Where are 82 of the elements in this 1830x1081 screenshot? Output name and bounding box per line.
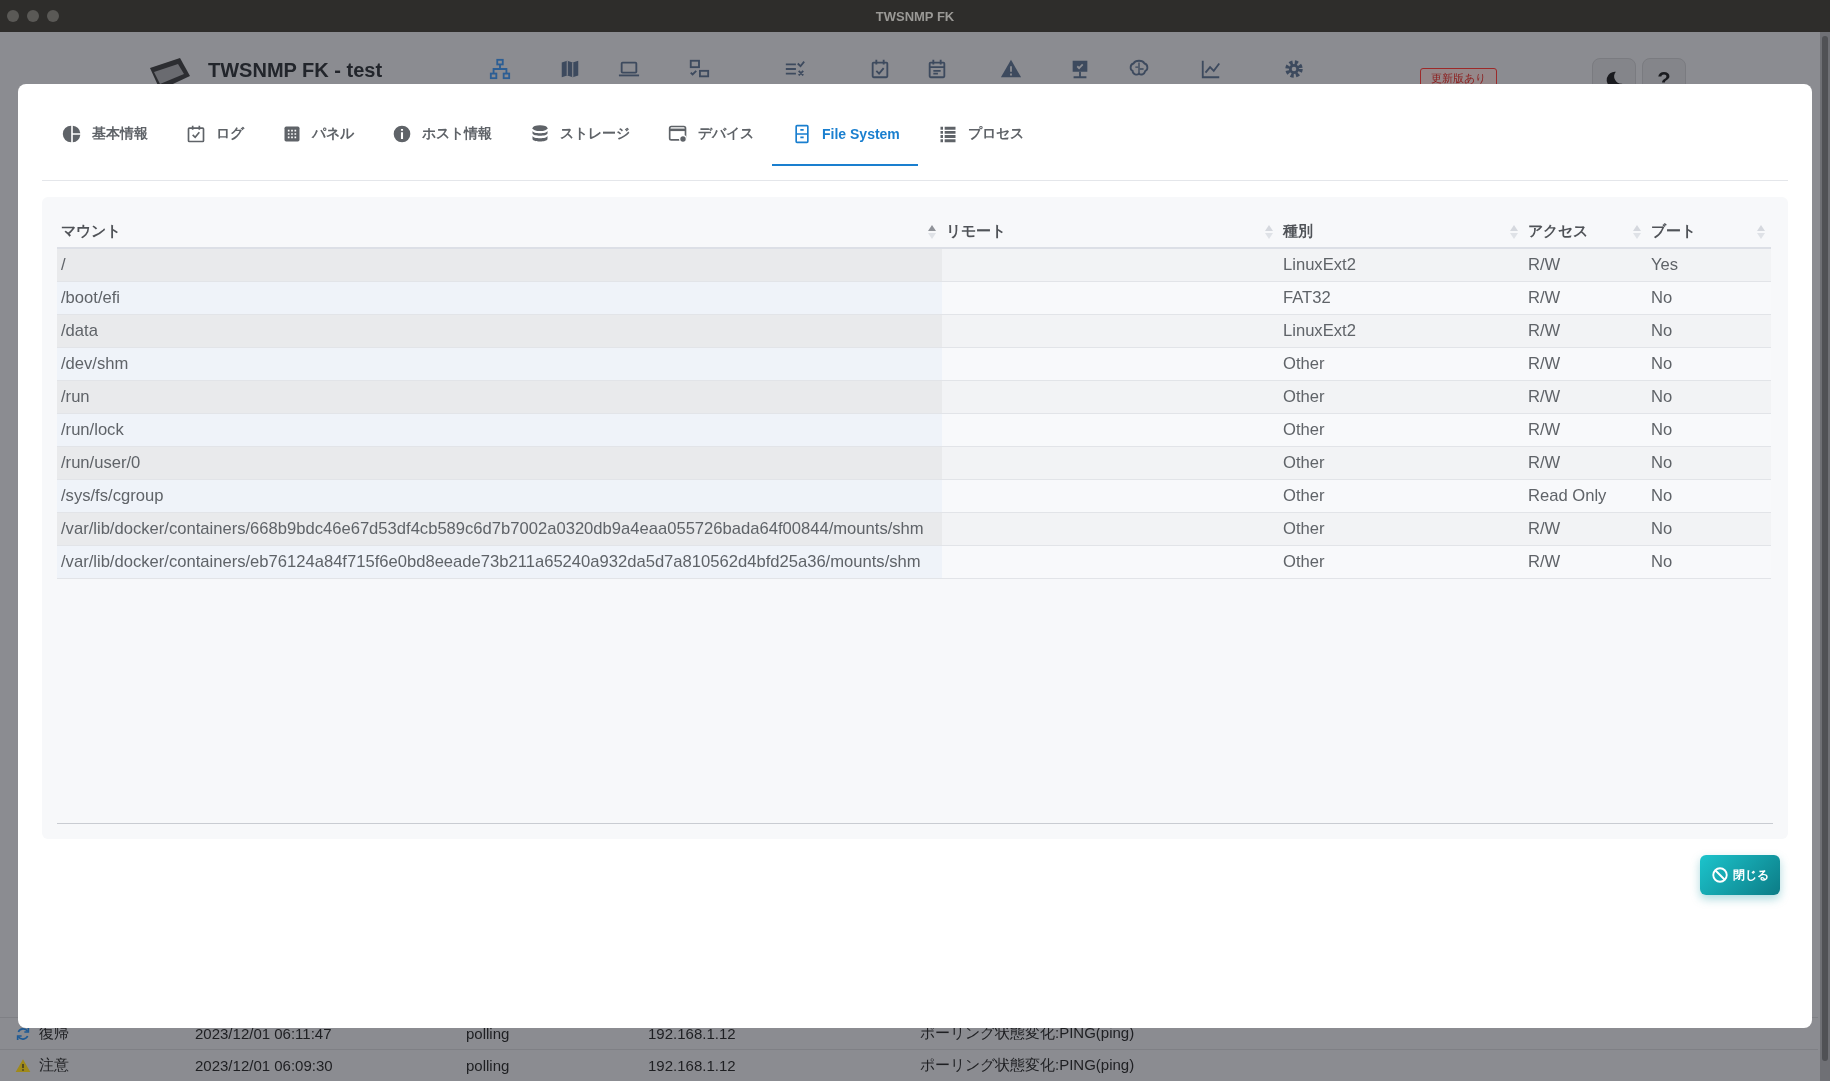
table-cell: Other [1283, 453, 1325, 472]
calendar-check-icon [186, 124, 206, 144]
table-cell: Other [1283, 519, 1325, 538]
tab[interactable]: File System [772, 104, 918, 166]
event-type: polling [466, 1025, 511, 1042]
table-cell: No [1651, 387, 1673, 406]
settings-icon[interactable] [1283, 58, 1305, 80]
table-cell: Read Only [1528, 486, 1607, 505]
tab[interactable]: デバイス [648, 104, 772, 166]
table-cell: FAT32 [1283, 288, 1331, 307]
table-cell: R/W [1528, 552, 1561, 571]
calendar-check-icon[interactable] [869, 58, 891, 80]
table-cell: No [1651, 453, 1673, 472]
prohibited-icon [1711, 866, 1729, 884]
minimize-window-button[interactable] [27, 10, 39, 22]
window-gear-icon [668, 124, 688, 144]
warning-icon [15, 1057, 31, 1074]
close-window-button[interactable] [7, 10, 19, 22]
close-button[interactable]: 閉じる [1700, 855, 1780, 895]
map-icon[interactable] [559, 58, 581, 80]
table-cell: LinuxExt2 [1283, 255, 1356, 274]
table-cell: No [1651, 552, 1673, 571]
table-cell: R/W [1528, 288, 1561, 307]
event-address: 192.168.1.12 [648, 1025, 737, 1042]
tab[interactable]: 基本情報 [42, 104, 166, 166]
devices-icon[interactable] [688, 58, 710, 80]
table-cell: LinuxExt2 [1283, 321, 1356, 340]
table-cell: No [1651, 288, 1673, 307]
table-cell: /run/lock [61, 420, 124, 439]
event-level: 注意 [39, 1056, 69, 1075]
table-cell: /run/user/0 [61, 453, 141, 472]
table-cell: Yes [1651, 255, 1679, 274]
tab[interactable]: ホスト情報 [372, 104, 510, 166]
table-cell: /dev/shm [61, 354, 129, 373]
table-cell: R/W [1528, 321, 1561, 340]
event-time: 2023/12/01 06:09:30 [195, 1057, 334, 1074]
recovery-icon [15, 1025, 31, 1042]
grid-icon [282, 124, 302, 144]
table-cell: Other [1283, 387, 1325, 406]
app-title: TWSNMP FK - test [208, 59, 383, 82]
table-cell: /boot/efi [61, 288, 121, 307]
table-cell: R/W [1528, 387, 1561, 406]
tab[interactable]: ストレージ [510, 104, 648, 166]
table-cell: /data [61, 321, 98, 340]
table-cell: /var/lib/docker/containers/eb76124a84f715f6e0bd8eeade73b211a65240a932da5d7a810562d4bfd25a36/mounts/shm [61, 552, 921, 571]
table-cell: /sys/fs/cgroup [61, 486, 164, 505]
table-cell: / [61, 255, 66, 274]
event-address: 192.168.1.12 [648, 1057, 737, 1074]
table-cell: R/W [1528, 453, 1561, 472]
table-cell: Other [1283, 552, 1325, 571]
tab[interactable]: パネル [262, 104, 372, 166]
window-title: TWSNMP FK [875, 8, 955, 24]
table-cell: No [1651, 519, 1673, 538]
warning-icon[interactable] [1000, 58, 1022, 80]
table-cell: Other [1283, 486, 1325, 505]
pie-chart-icon [62, 124, 82, 144]
table-cell: /var/lib/docker/containers/668b9bdc46e67d53df4cb589c6d7b7002a0320db9a4eaa055726bada64f00844/mounts/shm [61, 519, 924, 538]
event-type: polling [466, 1057, 511, 1074]
calendar-icon[interactable] [926, 58, 948, 80]
table-cell: No [1651, 420, 1673, 439]
info-icon [392, 124, 412, 144]
table-cell: R/W [1528, 354, 1561, 373]
table-cell: No [1651, 354, 1673, 373]
event-time: 2023/12/01 06:11:47 [195, 1025, 333, 1042]
zoom-window-button[interactable] [47, 10, 59, 22]
table-cell: R/W [1528, 519, 1561, 538]
table-cell: No [1651, 321, 1673, 340]
table-cell: R/W [1528, 255, 1561, 274]
tab[interactable]: プロセス [917, 104, 1042, 166]
tab[interactable]: ログ [166, 104, 262, 166]
database-icon [530, 124, 550, 144]
sort-icon[interactable] [928, 224, 936, 239]
table-cell: /run [61, 387, 90, 406]
file-cabinet-icon [792, 124, 812, 144]
line-chart-icon[interactable] [1200, 58, 1222, 80]
network-icon[interactable] [489, 58, 511, 80]
table-cell: No [1651, 486, 1673, 505]
table-cell: R/W [1528, 420, 1561, 439]
table-cell: Other [1283, 420, 1325, 439]
table-cell: Other [1283, 354, 1325, 373]
scrollbar[interactable] [1820, 32, 1830, 1081]
event-message: ポーリング状態変化:PING(ping) [920, 1056, 1135, 1075]
